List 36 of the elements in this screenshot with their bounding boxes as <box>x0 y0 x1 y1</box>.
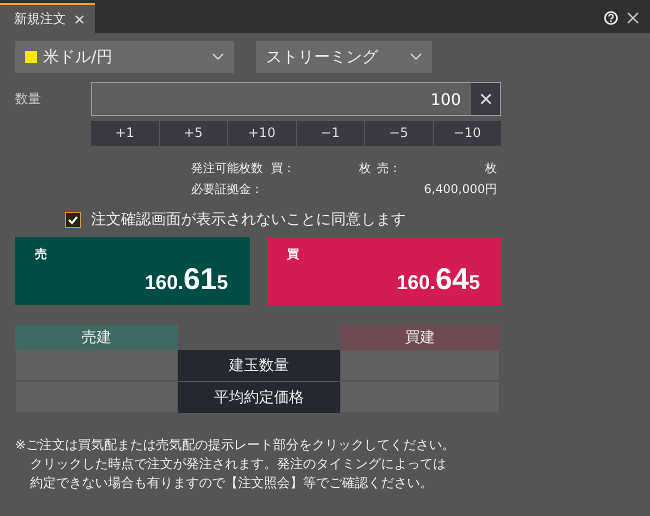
step-button[interactable]: −1 <box>296 121 364 146</box>
currency-select[interactable]: 米ドル/円 <box>15 41 234 73</box>
row-header: 平均約定価格 <box>178 382 340 414</box>
sell-price-button[interactable]: 売 160.615 <box>15 237 250 305</box>
close-icon[interactable] <box>626 11 640 25</box>
column-header: 買建 <box>340 325 500 350</box>
step-button[interactable]: +1 <box>91 121 158 146</box>
chevron-icon <box>410 53 422 61</box>
buy-label: 買： <box>271 160 296 177</box>
quantity-label: 数量 <box>15 91 42 108</box>
note-text: 約定できない場合も有りますので【注文照会】等でご確認ください。 <box>29 475 434 493</box>
row-header: 建玉数量 <box>178 350 340 382</box>
checkbox-label: 注文確認画面が表示されないことに同意します <box>91 210 406 229</box>
mode-select[interactable]: ストリーミング <box>256 41 432 73</box>
close-icon[interactable] <box>74 14 85 24</box>
margin-label: 必要証拠金： <box>191 181 264 198</box>
column-header: 売建 <box>15 325 178 350</box>
sell-label: 売： <box>376 160 401 177</box>
unit-label: 枚 <box>358 160 371 177</box>
check-icon <box>67 214 79 226</box>
step-button[interactable]: +10 <box>228 121 296 146</box>
currency-label: 米ドル/円 <box>43 46 112 68</box>
step-button[interactable]: −10 <box>434 121 501 146</box>
tab[interactable]: 新規注文 <box>0 3 95 33</box>
buy-price-button[interactable]: 買 160.645 <box>267 237 502 305</box>
checkbox[interactable] <box>65 212 81 228</box>
mode-label: ストリーミング <box>266 46 378 68</box>
help-icon[interactable] <box>604 11 618 25</box>
step-button[interactable]: +5 <box>160 121 227 146</box>
note-text: ※ご注文は買気配または売気配の提示レート部分をクリックしてください。 <box>15 437 456 455</box>
chevron-icon <box>212 53 224 61</box>
note-text: クリックした時点で注文が発注されます。発注のタイミングによっては <box>29 456 447 474</box>
step-button[interactable]: −5 <box>365 121 432 146</box>
available-label: 発注可能枚数 <box>191 160 263 177</box>
margin-value: 6,400,000円 <box>422 181 497 198</box>
unit-label: 枚 <box>484 160 497 177</box>
